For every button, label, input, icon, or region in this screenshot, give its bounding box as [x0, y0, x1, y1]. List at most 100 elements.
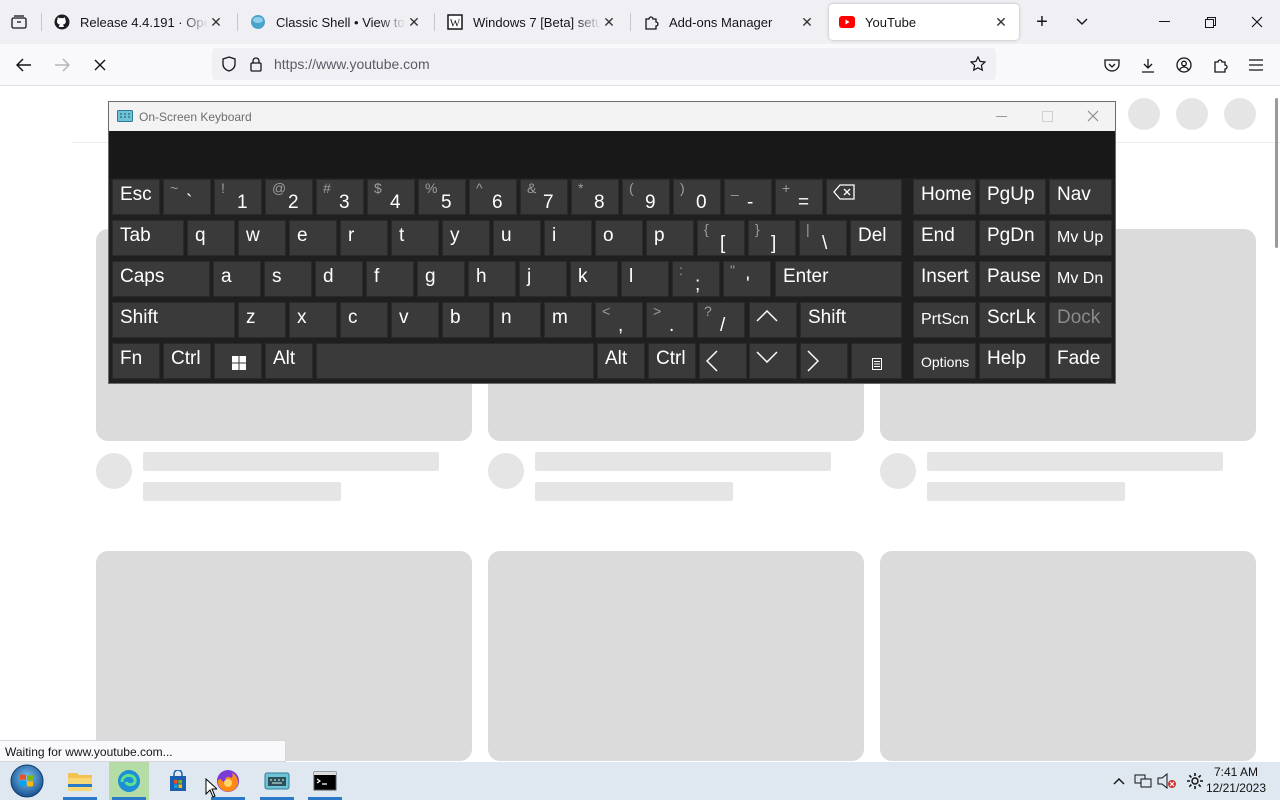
key-z[interactable]: z [238, 302, 286, 338]
key-num-5[interactable]: % 5 [418, 179, 466, 215]
key-scrlk[interactable]: ScrLk [979, 302, 1046, 338]
key-num-7[interactable]: & 7 [520, 179, 568, 215]
key-s[interactable]: s [264, 261, 312, 297]
osk-minimize-icon[interactable] [996, 116, 1007, 117]
key-help[interactable]: Help [979, 343, 1046, 379]
account-icon[interactable] [1173, 54, 1195, 76]
tab-release-open-shell[interactable]: Release 4.4.191 · Open-Shell-Menu ✕ [44, 4, 234, 40]
key-y[interactable]: y [442, 220, 490, 256]
volume-muted-icon[interactable] [1157, 771, 1177, 791]
store-taskbar-icon[interactable] [158, 762, 198, 800]
tab-list-icon[interactable] [8, 12, 30, 32]
stop-loading-icon[interactable] [88, 54, 112, 76]
key-num-6[interactable]: ^ 6 [469, 179, 517, 215]
key-j[interactable]: j [519, 261, 567, 297]
key-num-11[interactable]: _ - [724, 179, 772, 215]
key-num-1[interactable]: ! 1 [214, 179, 262, 215]
key-w[interactable]: w [238, 220, 286, 256]
key-fade[interactable]: Fade [1049, 343, 1112, 379]
key-punct-2[interactable]: ? / [697, 302, 745, 338]
tab-windows-7-beta[interactable]: W Windows 7 [Beta] setups and updates ✕ [437, 4, 627, 40]
key-u[interactable]: u [493, 220, 541, 256]
scrollbar-thumb[interactable] [1275, 98, 1278, 248]
key-c[interactable]: c [340, 302, 388, 338]
file-explorer-taskbar-icon[interactable] [60, 762, 100, 800]
key-h[interactable]: h [468, 261, 516, 297]
key-mv-dn[interactable]: Mv Dn [1049, 261, 1112, 297]
key-arrow-down[interactable] [749, 343, 797, 379]
tab-overflow-chevron-icon[interactable] [1070, 10, 1094, 34]
url-bar[interactable]: https://www.youtube.com [212, 48, 996, 80]
close-tab-icon[interactable]: ✕ [601, 14, 617, 30]
key-arrow-up[interactable] [749, 302, 797, 338]
key-bracket-0[interactable]: {[ [697, 220, 745, 256]
key-right-shift[interactable]: Shift [800, 302, 902, 338]
system-clock[interactable]: 7:41 AM 12/21/2023 [1206, 764, 1266, 796]
close-tab-icon[interactable]: ✕ [799, 14, 815, 30]
key-b[interactable]: b [442, 302, 490, 338]
close-tab-icon[interactable]: ✕ [208, 14, 224, 30]
close-tab-icon[interactable]: ✕ [993, 14, 1009, 30]
settings-gear-icon[interactable] [1185, 771, 1205, 791]
key-left-alt[interactable]: Alt [265, 343, 313, 379]
key-enter[interactable]: Enter [775, 261, 902, 297]
key-bracket-1[interactable]: }] [748, 220, 796, 256]
key-pgup[interactable]: PgUp [979, 179, 1046, 215]
key-end[interactable]: End [913, 220, 976, 256]
close-tab-icon[interactable]: ✕ [406, 14, 422, 30]
key-right-ctrl[interactable]: Ctrl [648, 343, 696, 379]
new-tab-icon[interactable]: + [1030, 10, 1054, 34]
key-num-8[interactable]: * 8 [571, 179, 619, 215]
key-space[interactable] [316, 343, 594, 379]
show-hidden-icons-chevron-icon[interactable] [1110, 772, 1128, 790]
key-n[interactable]: n [493, 302, 541, 338]
bookmark-star-icon[interactable] [968, 55, 988, 73]
pocket-icon[interactable] [1101, 54, 1123, 76]
key-esc[interactable]: Esc [112, 179, 160, 215]
tab-classic-shell[interactable]: Classic Shell • View topic - Classic ✕ [240, 4, 432, 40]
key-g[interactable]: g [417, 261, 465, 297]
key-a[interactable]: a [213, 261, 261, 297]
key-num-2[interactable]: @2 [265, 179, 313, 215]
key-left-ctrl[interactable]: Ctrl [163, 343, 211, 379]
key-backspace[interactable] [826, 179, 902, 215]
hamburger-menu-icon[interactable] [1245, 54, 1267, 76]
key-options[interactable]: Options [913, 343, 976, 379]
key-o[interactable]: o [595, 220, 643, 256]
key-pgdn[interactable]: PgDn [979, 220, 1046, 256]
osk-close-icon[interactable] [1087, 110, 1099, 122]
key-m[interactable]: m [544, 302, 592, 338]
tab-youtube[interactable]: YouTube ✕ [829, 4, 1019, 40]
key-mv-up[interactable]: Mv Up [1049, 220, 1112, 256]
on-screen-keyboard-taskbar-icon[interactable] [257, 762, 297, 800]
key-q[interactable]: q [187, 220, 235, 256]
key-num-9[interactable]: (9 [622, 179, 670, 215]
key-num-12[interactable]: + = [775, 179, 823, 215]
restore-icon[interactable] [1196, 10, 1224, 34]
key-v[interactable]: v [391, 302, 439, 338]
osk-title-bar[interactable]: On-Screen Keyboard [109, 102, 1115, 131]
key-menu[interactable] [851, 343, 902, 379]
key-i[interactable]: i [544, 220, 592, 256]
key-f[interactable]: f [366, 261, 414, 297]
key-pause[interactable]: Pause [979, 261, 1046, 297]
lock-icon[interactable] [248, 55, 264, 73]
key-nav[interactable]: Nav [1049, 179, 1112, 215]
key-r[interactable]: r [340, 220, 388, 256]
downloads-icon[interactable] [1137, 54, 1159, 76]
key-home[interactable]: Home [913, 179, 976, 215]
extensions-icon[interactable] [1209, 54, 1231, 76]
key-l[interactable]: l [621, 261, 669, 297]
start-button[interactable] [5, 762, 49, 800]
key-semi-0[interactable]: :; [672, 261, 720, 297]
key-t[interactable]: t [391, 220, 439, 256]
key-num-0[interactable]: ~ ` [163, 179, 211, 215]
key-num-4[interactable]: $4 [367, 179, 415, 215]
close-window-icon[interactable] [1243, 10, 1271, 34]
key-fn[interactable]: Fn [112, 343, 160, 379]
key-insert[interactable]: Insert [913, 261, 976, 297]
key-caps-lock[interactable]: Caps [112, 261, 210, 297]
network-icon[interactable] [1133, 771, 1153, 791]
key-k[interactable]: k [570, 261, 618, 297]
key-right-alt[interactable]: Alt [597, 343, 645, 379]
